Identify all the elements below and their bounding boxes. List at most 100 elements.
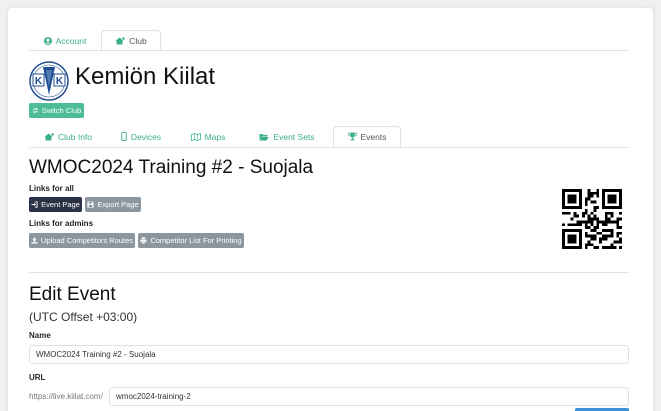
- qr-module: [610, 189, 614, 192]
- qr-module: [619, 246, 622, 249]
- qr-module: [573, 229, 577, 232]
- name-field[interactable]: WMOC2024 Training #2 - Suojala: [29, 345, 629, 364]
- qr-module: [584, 200, 588, 204]
- qr-module: [602, 203, 605, 207]
- qr-module: [616, 234, 620, 238]
- qr-module: [562, 200, 565, 204]
- edit-event-heading: Edit Event: [29, 284, 116, 305]
- qr-module: [562, 229, 565, 232]
- qr-module: [582, 220, 585, 224]
- qr-module: [602, 191, 605, 195]
- qr-module: [562, 197, 565, 201]
- qr-module: [564, 211, 568, 215]
- qr-module: [579, 191, 582, 195]
- qr-module: [584, 226, 588, 229]
- competitor-list-label: Competitor List For Printing: [150, 236, 242, 245]
- qr-module: [570, 189, 574, 192]
- qr-module: [587, 197, 591, 201]
- tab-event-sets[interactable]: Event Sets: [241, 126, 333, 147]
- trophy-icon: [347, 132, 357, 141]
- export-page-button[interactable]: Export Page: [85, 197, 141, 212]
- qr-module: [567, 189, 571, 192]
- upload-icon: [31, 237, 38, 244]
- qr-module: [593, 200, 597, 204]
- qr-module: [573, 194, 577, 198]
- upload-routes-button[interactable]: Upload Competitors Routes: [29, 233, 135, 248]
- qr-module: [596, 246, 600, 249]
- qr-module: [570, 197, 574, 201]
- qr-module: [567, 194, 571, 198]
- qr-module: [570, 217, 574, 221]
- qr-module: [590, 237, 594, 241]
- qr-module: [587, 194, 591, 198]
- qr-module: [562, 243, 565, 247]
- switch-club-button[interactable]: Switch Club: [29, 103, 84, 118]
- url-field-label: URL: [29, 373, 46, 382]
- url-field[interactable]: wmoc2024-training-2: [109, 387, 629, 406]
- qr-module: [619, 203, 622, 207]
- user-circle-icon: [43, 36, 52, 45]
- qr-module: [562, 240, 565, 244]
- event-page-button[interactable]: Event Page: [29, 197, 82, 212]
- qr-module: [579, 231, 582, 235]
- phone-icon: [121, 132, 127, 141]
- qr-module: [562, 237, 565, 241]
- competitor-list-button[interactable]: Competitor List For Printing: [138, 233, 244, 248]
- tab-maps-label: Maps: [204, 131, 226, 142]
- tab-maps[interactable]: Maps: [175, 126, 241, 147]
- tab-club[interactable]: Club: [101, 30, 161, 51]
- tab-events[interactable]: Events: [333, 126, 401, 147]
- qr-module: [587, 189, 591, 192]
- qr-module: [607, 194, 611, 198]
- qr-module: [584, 223, 588, 227]
- qr-module: [590, 191, 594, 195]
- qr-module: [596, 231, 600, 235]
- qr-module: [602, 200, 605, 204]
- qr-module: [576, 220, 580, 224]
- qr-module: [607, 211, 611, 215]
- qr-module: [590, 211, 594, 215]
- qr-module: [576, 189, 580, 192]
- qr-module: [616, 189, 620, 192]
- tab-account[interactable]: Account: [29, 30, 101, 51]
- qr-module: [587, 214, 591, 218]
- qr-module: [619, 197, 622, 201]
- event-page-label: Event Page: [41, 200, 80, 209]
- qr-module: [562, 211, 565, 215]
- qr-module: [562, 194, 565, 198]
- qr-module: [567, 237, 571, 241]
- qr-module: [573, 237, 577, 241]
- qr-module: [584, 211, 588, 215]
- qr-module: [613, 220, 617, 224]
- qr-module: [590, 223, 594, 227]
- qr-module: [596, 217, 600, 221]
- qr-module: [570, 223, 574, 227]
- qr-module: [587, 234, 591, 238]
- qr-module: [596, 206, 600, 209]
- qr-module: [562, 223, 565, 227]
- qr-module: [590, 220, 594, 224]
- qr-module: [613, 240, 617, 244]
- qr-module: [610, 214, 614, 218]
- qr-module: [570, 200, 574, 204]
- qr-module: [579, 200, 582, 204]
- qr-module: [562, 191, 565, 195]
- qr-module: [584, 246, 588, 249]
- utc-offset: (UTC Offset +03:00): [29, 310, 138, 324]
- tab-events-label: Events: [360, 131, 387, 142]
- qr-module: [590, 234, 594, 238]
- tab-club-info[interactable]: Club Info: [29, 126, 107, 147]
- qr-module: [576, 206, 580, 209]
- qr-module: [599, 240, 602, 244]
- tab-devices[interactable]: Devices: [107, 126, 175, 147]
- links-for-all-label: Links for all: [29, 184, 74, 193]
- tab-club-info-label: Club Info: [57, 131, 93, 142]
- qr-module: [593, 214, 597, 218]
- qr-module: [604, 206, 608, 209]
- qr-module: [587, 226, 591, 229]
- qr-module: [607, 246, 611, 249]
- qr-module: [602, 220, 605, 224]
- qr-module: [590, 217, 594, 221]
- qr-module: [567, 206, 571, 209]
- qr-module: [607, 206, 611, 209]
